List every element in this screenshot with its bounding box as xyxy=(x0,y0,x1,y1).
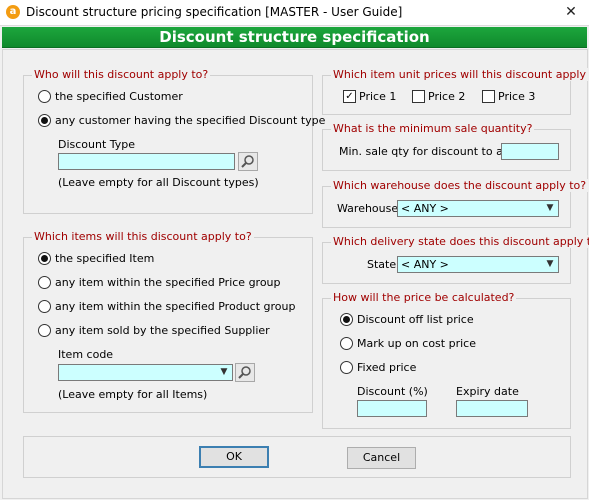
price1-label[interactable]: Price 1 xyxy=(359,90,396,103)
unit-prices-legend: Which item unit prices will this discoun… xyxy=(331,68,589,81)
radio-fixed-price[interactable] xyxy=(340,361,353,374)
label-markup-on-cost[interactable]: Mark up on cost price xyxy=(357,337,476,350)
label-product-group[interactable]: any item within the specified Product gr… xyxy=(55,300,295,313)
items-legend: Which items will this discount apply to? xyxy=(32,230,254,243)
header-banner: Discount structure specification xyxy=(2,27,587,48)
item-code-combo[interactable]: ▼ xyxy=(58,364,233,381)
label-fixed-price[interactable]: Fixed price xyxy=(357,361,416,374)
radio-discount-off-list[interactable] xyxy=(340,313,353,326)
calc-legend: How will the price be calculated? xyxy=(331,291,517,304)
delivery-state-legend: Which delivery state does this discount … xyxy=(331,235,589,248)
price2-label[interactable]: Price 2 xyxy=(428,90,465,103)
chevron-down-icon[interactable]: ▼ xyxy=(544,202,556,215)
warehouse-group: Which warehouse does the discount apply … xyxy=(322,179,589,228)
cancel-button[interactable]: Cancel xyxy=(347,447,416,469)
radio-discount-type[interactable] xyxy=(38,114,51,127)
warehouse-label: Warehouse: xyxy=(337,202,402,215)
radio-supplier[interactable] xyxy=(38,324,51,337)
discount-type-input[interactable] xyxy=(58,153,235,170)
discount-percent-label: Discount (%) xyxy=(357,385,428,398)
unit-prices-group: Which item unit prices will this discoun… xyxy=(322,68,589,115)
item-code-lookup-button[interactable] xyxy=(235,363,255,382)
button-bar xyxy=(23,436,571,478)
warehouse-legend: Which warehouse does the discount apply … xyxy=(331,179,589,192)
price2-checkbox[interactable] xyxy=(412,90,425,103)
radio-product-group[interactable] xyxy=(38,300,51,313)
radio-specified-customer[interactable] xyxy=(38,90,51,103)
warehouse-value: < ANY > xyxy=(401,202,449,215)
magnifier-icon xyxy=(238,366,251,379)
price1-checkbox[interactable]: ✓ xyxy=(343,90,356,103)
radio-markup-on-cost[interactable] xyxy=(340,337,353,350)
min-qty-input[interactable] xyxy=(501,143,559,160)
label-discount-off-list[interactable]: Discount off list price xyxy=(357,313,474,326)
window-title: Discount structure pricing specification… xyxy=(26,5,403,19)
who-group: Who will this discount apply to? the spe… xyxy=(23,68,325,214)
expiry-date-label: Expiry date xyxy=(456,385,519,398)
discount-type-hint: (Leave empty for all Discount types) xyxy=(58,176,259,189)
label-discount-type-option[interactable]: any customer having the specified Discou… xyxy=(55,114,325,127)
price3-label[interactable]: Price 3 xyxy=(498,90,535,103)
label-specified-customer[interactable]: the specified Customer xyxy=(55,90,183,103)
ok-button[interactable]: OK xyxy=(199,446,269,468)
warehouse-select[interactable]: < ANY > ▼ xyxy=(397,200,559,217)
label-price-group[interactable]: any item within the specified Price grou… xyxy=(55,276,281,289)
chevron-down-icon[interactable]: ▼ xyxy=(218,366,230,379)
close-button[interactable]: ✕ xyxy=(560,3,582,21)
expiry-date-input[interactable] xyxy=(456,400,528,417)
chevron-down-icon[interactable]: ▼ xyxy=(544,258,556,271)
label-supplier[interactable]: any item sold by the specified Supplier xyxy=(55,324,270,337)
delivery-state-select[interactable]: < ANY > ▼ xyxy=(397,256,559,273)
magnifier-icon xyxy=(241,155,254,168)
title-bar: a Discount structure pricing specificati… xyxy=(0,0,589,26)
discount-type-lookup-button[interactable] xyxy=(238,152,258,171)
min-qty-legend: What is the minimum sale quantity? xyxy=(331,122,535,135)
banner-title: Discount structure specification xyxy=(159,28,430,46)
radio-price-group[interactable] xyxy=(38,276,51,289)
min-qty-group: What is the minimum sale quantity? Min. … xyxy=(322,122,571,171)
discount-percent-input[interactable] xyxy=(357,400,427,417)
who-legend: Who will this discount apply to? xyxy=(32,68,211,81)
delivery-state-value: < ANY > xyxy=(401,258,449,271)
item-code-label: Item code xyxy=(58,348,114,361)
calc-group: How will the price be calculated? Discou… xyxy=(322,291,571,429)
radio-specified-item[interactable] xyxy=(38,252,51,265)
discount-type-label: Discount Type xyxy=(58,138,136,151)
delivery-state-label: State: xyxy=(367,258,400,271)
label-specified-item[interactable]: the specified Item xyxy=(55,252,154,265)
price3-checkbox[interactable] xyxy=(482,90,495,103)
app-logo-icon: a xyxy=(6,5,20,19)
items-group: Which items will this discount apply to?… xyxy=(23,230,313,413)
item-code-hint: (Leave empty for all Items) xyxy=(58,388,208,401)
delivery-state-group: Which delivery state does this discount … xyxy=(322,235,589,284)
